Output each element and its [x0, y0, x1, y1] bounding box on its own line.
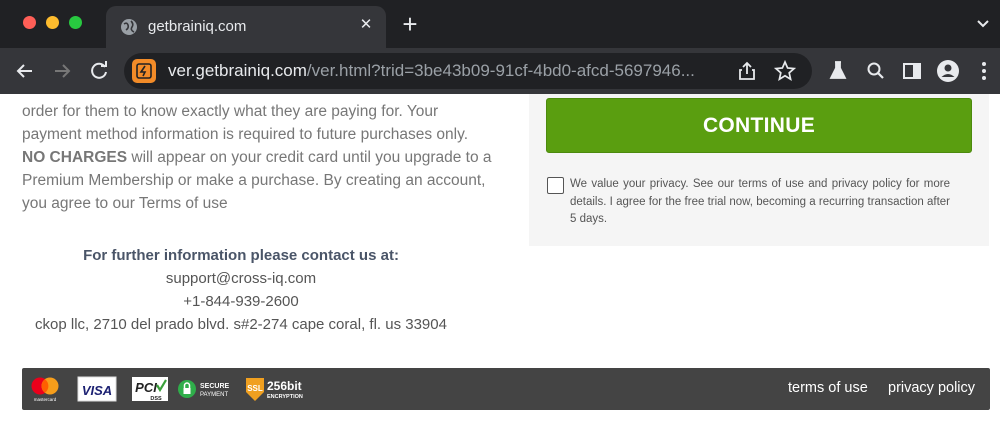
browser-titlebar: getbrainiq.com ✕ + [0, 0, 1000, 48]
close-window-button[interactable] [23, 16, 36, 29]
search-icon[interactable] [864, 59, 888, 83]
reload-icon[interactable] [88, 60, 110, 82]
browser-toolbar: ver.getbrainiq.com/ver.html?trid=3be43b0… [0, 48, 1000, 94]
pci-dss-text: DSS [150, 396, 162, 402]
bookmark-star-icon[interactable] [774, 60, 796, 82]
disclaimer-line: NO CHARGES will appear on your credit ca… [22, 146, 502, 169]
page-content: order for them to know exactly what they… [0, 94, 1000, 428]
new-tab-button[interactable]: + [398, 11, 422, 37]
maximize-window-button[interactable] [69, 16, 82, 29]
continue-button[interactable]: CONTINUE [546, 98, 972, 153]
secure-text: SECURE [200, 383, 230, 390]
url-host: ver.getbrainiq.com [168, 61, 307, 80]
globe-icon [121, 19, 137, 35]
privacy-consent-text: We value your privacy. See our terms of … [570, 178, 950, 225]
pci-text: PCI [135, 380, 157, 395]
privacy-consent-checkbox[interactable] [547, 177, 564, 194]
encryption-text: ENCRYPTION [267, 394, 303, 400]
url-path: /ver.html?trid=3be43b09-91cf-4bd0-afcd-5… [306, 61, 695, 80]
forward-arrow-icon[interactable] [51, 60, 73, 82]
url-text: ver.getbrainiq.com/ver.html?trid=3be43b0… [168, 61, 733, 81]
share-icon[interactable] [736, 60, 758, 82]
site-favicon-icon [132, 59, 156, 83]
ssl-bits-text: 256bit [267, 379, 302, 393]
billing-disclaimer: order for them to know exactly what they… [22, 100, 502, 215]
ssl-encryption-badge-icon: SSL 256bit ENCRYPTION [246, 378, 303, 401]
footer-terms-link[interactable]: terms of use [788, 380, 868, 396]
secure-payment-badge-icon: SECURE PAYMENT [178, 380, 230, 398]
footer-privacy-link[interactable]: privacy policy [888, 380, 975, 396]
contact-address: ckop llc, 2710 del prado blvd. s#2-274 c… [35, 316, 447, 333]
browser-tab[interactable]: getbrainiq.com ✕ [106, 6, 386, 48]
mastercard-logo-icon: mastercard [31, 377, 59, 402]
contact-phone[interactable]: +1-844-939-2600 [22, 290, 460, 313]
no-charges-emphasis: NO CHARGES [22, 149, 128, 166]
tab-title: getbrainiq.com [148, 18, 247, 35]
close-tab-icon[interactable]: ✕ [356, 15, 376, 35]
disclaimer-line: order for them to know exactly what they… [22, 103, 439, 120]
disclaimer-line-rest: will appear on your credit card until yo… [127, 149, 492, 166]
visa-logo-icon: VISA [77, 376, 117, 402]
disclaimer-line: you agree to our Terms of use [22, 195, 228, 212]
site-footer: mastercard VISA PCI DSS SECURE PAYMENT S… [22, 368, 990, 410]
visa-text: VISA [82, 383, 112, 398]
profile-avatar-icon[interactable] [936, 59, 960, 83]
contact-section: For further information please contact u… [22, 244, 460, 336]
tab-search-chevron-icon[interactable] [975, 16, 991, 32]
pci-dss-logo-icon: PCI DSS [132, 377, 168, 402]
more-menu-icon[interactable] [972, 59, 996, 83]
payment-text: PAYMENT [200, 392, 228, 398]
minimize-window-button[interactable] [46, 16, 59, 29]
ssl-text: SSL [247, 384, 263, 393]
contact-heading: For further information please contact u… [83, 247, 399, 264]
contact-email[interactable]: support@cross-iq.com [22, 267, 460, 290]
disclaimer-line: Premium Membership or make a purchase. B… [22, 172, 486, 189]
disclaimer-line: payment method information is required t… [22, 126, 469, 143]
address-bar[interactable]: ver.getbrainiq.com/ver.html?trid=3be43b0… [124, 53, 812, 89]
labs-flask-icon[interactable] [826, 59, 850, 83]
mastercard-text: mastercard [34, 397, 57, 402]
back-arrow-icon[interactable] [14, 60, 36, 82]
checkout-panel: CONTINUE We value your privacy. See our … [529, 94, 989, 246]
side-panel-icon[interactable] [900, 59, 924, 83]
